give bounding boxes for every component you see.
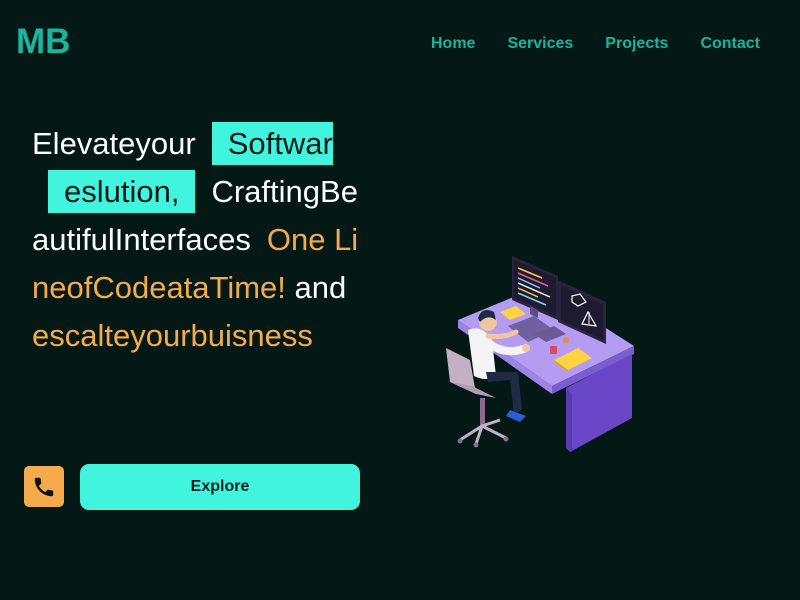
hero-text-part1: Elevateyour bbox=[32, 126, 196, 161]
main-nav: Home Services Projects Contact bbox=[431, 34, 760, 54]
nav-contact[interactable]: Contact bbox=[700, 34, 760, 54]
developer-at-desk-illustration bbox=[446, 256, 634, 452]
phone-button[interactable] bbox=[24, 466, 64, 507]
hero-highlight-2: eslution, bbox=[48, 170, 196, 213]
phone-icon bbox=[34, 477, 54, 496]
hero-highlight-1: Softwar bbox=[211, 122, 333, 165]
hero-orange-2: escalteyourbuisness bbox=[32, 318, 313, 353]
hero-text-part3: and bbox=[294, 270, 347, 305]
hero-heading: Elevateyour Softwareslution, CraftingBeaut… bbox=[32, 120, 372, 360]
landing-page: MB Home Services Projects Contact Elevat… bbox=[0, 0, 800, 600]
explore-button[interactable]: Explore bbox=[80, 464, 360, 510]
nav-home[interactable]: Home bbox=[431, 34, 475, 54]
nav-services[interactable]: Services bbox=[507, 34, 573, 54]
nav-projects[interactable]: Projects bbox=[605, 34, 668, 54]
logo[interactable]: MB bbox=[16, 22, 70, 62]
